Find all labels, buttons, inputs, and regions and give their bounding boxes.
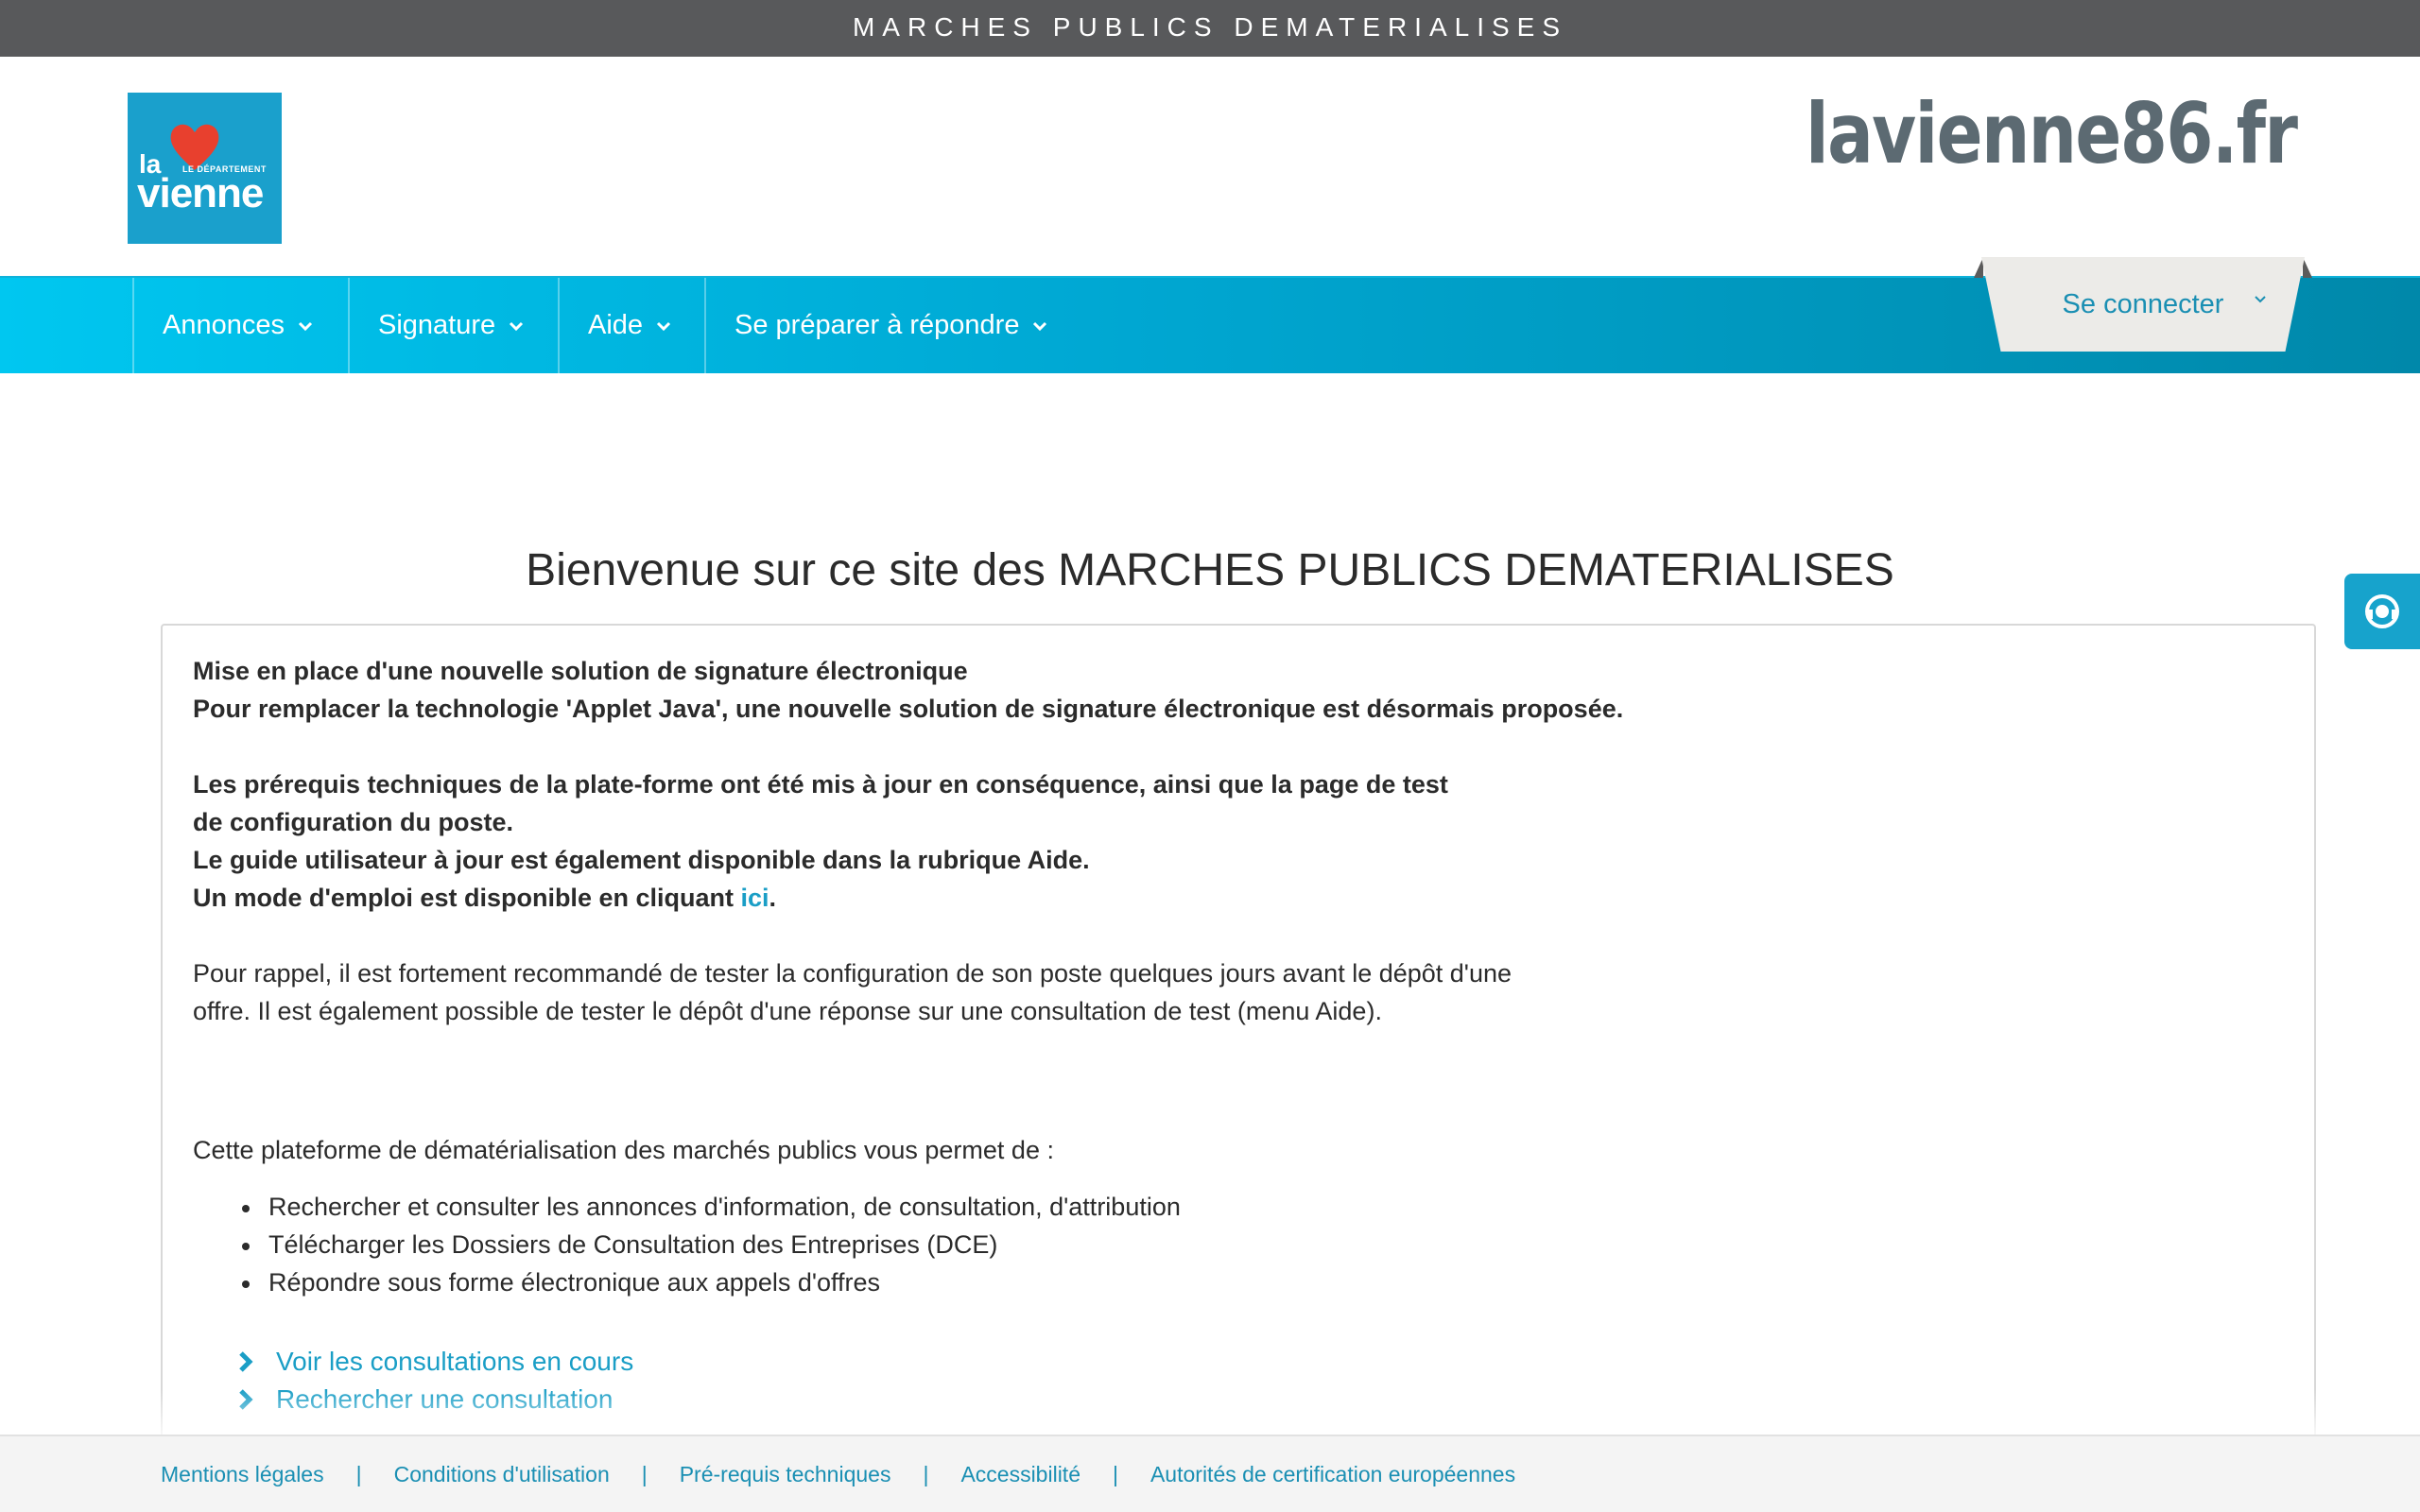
footer-link-mentions[interactable]: Mentions légales — [161, 1462, 324, 1487]
list-item: Télécharger les Dossiers de Consultation… — [193, 1226, 1535, 1263]
footer-separator: | — [923, 1461, 929, 1486]
intro-text: Cette plateforme de dématérialisation de… — [193, 1136, 1054, 1164]
chevron-down-icon — [298, 321, 313, 331]
login-dropdown: Se connecter — [1974, 257, 2312, 352]
departement-logo[interactable]: la LE DÉPARTEMENT vienne — [128, 93, 282, 244]
site-header: la LE DÉPARTEMENT vienne lavienne86.fr — [0, 57, 2420, 276]
footer-link-prerequis[interactable]: Pré-requis techniques — [680, 1462, 891, 1487]
notice-line: Un mode d'emploi est disponible en cliqu… — [193, 879, 1535, 917]
connect-button[interactable]: Se connecter — [1981, 257, 2305, 352]
nav-label: Annonces — [163, 310, 285, 340]
footer-separator: | — [355, 1461, 362, 1486]
chevron-down-icon — [510, 321, 524, 331]
chevron-down-icon — [1033, 321, 1047, 331]
nav-annonces[interactable]: Annonces — [132, 278, 348, 373]
footer-separator: | — [1112, 1461, 1118, 1486]
notice-line: Le guide utilisateur à jour est égalemen… — [193, 846, 1090, 874]
welcome-panel: Mise en place d'une nouvelle solution de… — [161, 624, 2316, 1474]
reminder-text: Pour rappel, il est fortement recommandé… — [193, 959, 1512, 1025]
notice-heading: Mise en place d'une nouvelle solution de… — [193, 657, 968, 685]
chevron-down-icon — [2255, 296, 2266, 303]
user-guide-link[interactable]: ici — [740, 884, 769, 912]
link-label: Voir les consultations en cours — [276, 1347, 634, 1376]
nav-label: Se préparer à répondre — [735, 310, 1020, 340]
welcome-content: Mise en place d'une nouvelle solution de… — [193, 652, 1624, 1418]
nav-label: Signature — [378, 310, 496, 340]
top-banner: MARCHES PUBLICS DEMATERIALISES — [0, 0, 2420, 57]
nav-signature[interactable]: Signature — [348, 278, 558, 373]
nav-se-preparer[interactable]: Se préparer à répondre — [704, 278, 1082, 373]
tab-fold-left — [1974, 257, 1983, 278]
notice-line: Pour remplacer la technologie 'Applet Ja… — [193, 695, 1624, 723]
footer-separator: | — [641, 1461, 648, 1486]
banner-title: MARCHES PUBLICS DEMATERIALISES — [852, 12, 1568, 42]
page-title: Bienvenue sur ce site des MARCHES PUBLIC… — [526, 545, 1894, 595]
footer-link-accessibilite[interactable]: Accessibilité — [960, 1462, 1080, 1487]
notice-text: Un mode d'emploi est disponible en cliqu… — [193, 884, 741, 912]
notice-text: . — [769, 884, 777, 912]
nav-label: Aide — [588, 310, 644, 340]
chevron-right-icon — [239, 1351, 253, 1372]
site-footer: Mentions légales | Conditions d'utilisat… — [0, 1435, 2420, 1512]
notice-line: Les prérequis techniques de la plate-for… — [193, 770, 1448, 836]
connect-label: Se connecter — [2062, 288, 2224, 319]
tab-fold-right — [2303, 257, 2312, 278]
feature-list: Rechercher et consulter les annonces d'i… — [193, 1188, 1535, 1301]
scroll-fade — [0, 1389, 2420, 1436]
footer-link-certification[interactable]: Autorités de certification européennes — [1150, 1462, 1515, 1487]
footer-link-conditions[interactable]: Conditions d'utilisation — [394, 1462, 610, 1487]
list-item: Rechercher et consulter les annonces d'i… — [193, 1188, 1535, 1226]
logo-vienne: vienne — [137, 170, 264, 216]
nav-aide[interactable]: Aide — [558, 278, 704, 373]
link-voir-consultations[interactable]: Voir les consultations en cours — [193, 1343, 1535, 1381]
list-item: Répondre sous forme électronique aux app… — [193, 1263, 1535, 1301]
chevron-down-icon — [656, 321, 671, 331]
site-url-logo[interactable]: lavienne86.fr — [1806, 85, 2298, 182]
